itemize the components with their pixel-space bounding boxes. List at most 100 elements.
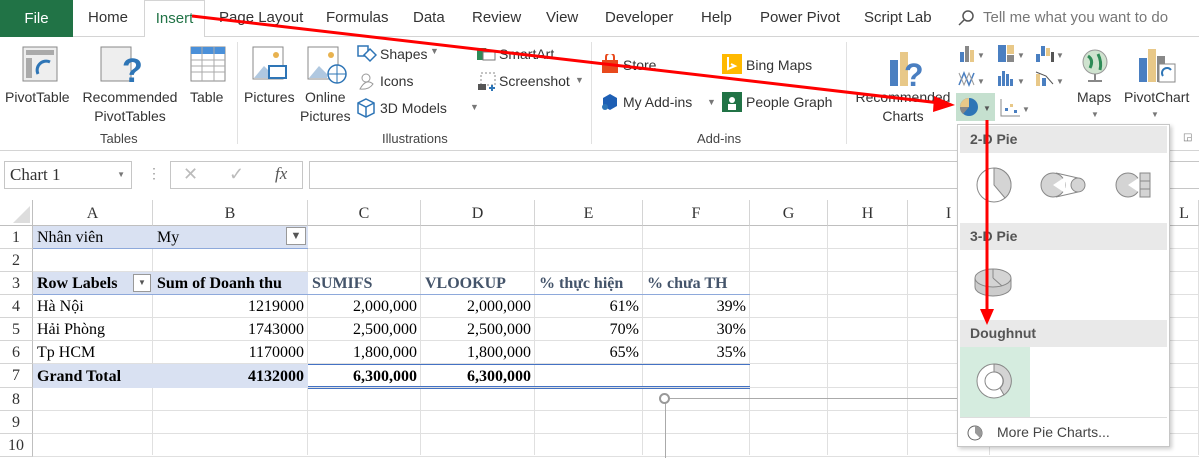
smartart-button[interactable]: SmartArt [499, 46, 554, 62]
people-graph-button[interactable]: People Graph [746, 94, 832, 110]
row-header[interactable]: 3 [0, 272, 33, 295]
more-pie-charts-item[interactable]: More Pie Charts... [960, 421, 1167, 445]
recommended-label: Recommended [855, 89, 951, 105]
select-all-corner[interactable] [0, 200, 33, 226]
enter-check-icon[interactable]: ✓ [229, 164, 244, 185]
divider [591, 42, 592, 144]
table-cell[interactable]: 30% [643, 318, 750, 341]
recommended-label: Recommended [82, 89, 178, 105]
more-pie-charts-label: More Pie Charts... [997, 424, 1110, 440]
tab-formulas[interactable]: Formulas [326, 9, 389, 26]
table-cell[interactable]: 2,500,000 [308, 318, 421, 341]
pivottable-button[interactable]: PivotTable [5, 88, 70, 107]
column-header[interactable]: B [153, 200, 308, 226]
table-button[interactable]: Table [190, 88, 223, 107]
row-header[interactable]: 1 [0, 226, 33, 249]
row-header[interactable]: 9 [0, 411, 33, 434]
tab-power-pivot[interactable]: Power Pivot [760, 9, 840, 26]
table-cell[interactable]: Hà Nội [33, 295, 153, 318]
table-cell[interactable]: 1743000 [153, 318, 308, 341]
chevron-down-icon: ▼ [470, 102, 479, 112]
row-header[interactable]: 7 [0, 364, 33, 388]
table-cell[interactable]: Tp HCM [33, 341, 153, 364]
tab-page-layout[interactable]: Page Layout [219, 9, 303, 26]
table-cell[interactable]: 61% [535, 295, 643, 318]
maps-globe-icon [1082, 49, 1108, 82]
tab-script-lab[interactable]: Script Lab [864, 9, 932, 26]
pivotchart-button[interactable]: PivotChart [1124, 88, 1189, 107]
column-header[interactable]: C [308, 200, 421, 226]
resize-handle[interactable] [659, 393, 670, 404]
row-labels-header: Row Labels [37, 275, 118, 292]
tab-developer[interactable]: Developer [605, 9, 673, 26]
row-header[interactable]: 4 [0, 295, 33, 318]
table-cell[interactable]: 1170000 [153, 341, 308, 364]
online-label: Online [305, 89, 346, 105]
table-cell[interactable]: 35% [643, 341, 750, 364]
store-button[interactable]: Store [623, 57, 656, 73]
row-header[interactable]: 6 [0, 341, 33, 364]
shapes-icon [357, 45, 377, 63]
dialog-launcher-icon[interactable]: ◲ [1183, 132, 1192, 143]
tab-data[interactable]: Data [413, 9, 445, 26]
pct-done-header: % thực hiện [539, 275, 624, 292]
filter-icon[interactable]: ▼ [286, 227, 306, 245]
table-cell[interactable]: 2,000,000 [421, 295, 535, 318]
vlookup-header: VLOOKUP [425, 275, 506, 292]
table-cell[interactable]: Hải Phòng [33, 318, 153, 341]
tab-home[interactable]: Home [88, 9, 128, 26]
row-header[interactable]: 10 [0, 434, 33, 457]
column-chart-icon: ▼ [960, 46, 985, 62]
row-labels-dropdown-icon[interactable]: ▼ [133, 274, 151, 292]
screenshot-button[interactable]: Screenshot [499, 73, 570, 89]
3d-models-icon [357, 98, 375, 118]
table-cell[interactable]: 1219000 [153, 295, 308, 318]
table-cell[interactable]: 39% [643, 295, 750, 318]
insert-function-icon[interactable]: fx [275, 164, 287, 184]
table-cell[interactable]: 2,500,000 [421, 318, 535, 341]
tab-help[interactable]: Help [701, 9, 732, 26]
column-header[interactable]: D [421, 200, 535, 226]
doughnut-option[interactable] [960, 347, 1030, 417]
column-header[interactable]: L [1170, 200, 1199, 226]
chevron-down-icon: ▼ [1091, 110, 1099, 119]
table-cell[interactable]: 65% [535, 341, 643, 364]
row-header[interactable]: 2 [0, 249, 33, 272]
icons-icon [359, 73, 374, 90]
table-cell[interactable]: 1,800,000 [308, 341, 421, 364]
line-chart-icon: ▼ [958, 71, 985, 87]
column-header[interactable]: H [828, 200, 908, 226]
tab-insert[interactable]: Insert [144, 0, 205, 38]
icons-button[interactable]: Icons [380, 73, 413, 89]
online-pictures-button[interactable]: Online Pictures [300, 88, 351, 126]
my-addins-button[interactable]: My Add-ins [623, 94, 692, 110]
pictures-icon [252, 46, 287, 80]
name-box[interactable]: Chart 1 ▼ [4, 161, 132, 189]
shapes-button[interactable]: Shapes [380, 46, 427, 62]
bing-maps-button[interactable]: Bing Maps [746, 57, 812, 73]
recommended-charts-button[interactable]: Recommended Charts [852, 88, 954, 126]
svg-text:▼: ▼ [1056, 77, 1064, 86]
3d-models-button[interactable]: 3D Models [380, 100, 447, 116]
table-cell[interactable]: 1,800,000 [421, 341, 535, 364]
chart-1[interactable] [665, 398, 965, 458]
tell-me-search[interactable]: Tell me what you want to do [983, 9, 1168, 26]
cancel-icon[interactable]: ✕ [183, 164, 198, 185]
maps-button[interactable]: Maps [1077, 88, 1111, 107]
tab-view[interactable]: View [546, 9, 578, 26]
pictures-button[interactable]: Pictures [244, 88, 295, 107]
tab-file[interactable]: File [0, 0, 73, 37]
tab-review[interactable]: Review [472, 9, 521, 26]
2d-pie-options [976, 167, 1151, 203]
row-header[interactable]: 8 [0, 388, 33, 411]
column-header[interactable]: E [535, 200, 643, 226]
pie-chart-button[interactable]: ▼ [956, 93, 995, 121]
column-header[interactable]: A [33, 200, 153, 226]
column-header[interactable]: F [643, 200, 750, 226]
table-cell[interactable]: 2,000,000 [308, 295, 421, 318]
column-header[interactable]: G [750, 200, 828, 226]
recommended-pivottables-button[interactable]: Recommended PivotTables [79, 88, 181, 126]
row-header[interactable]: 5 [0, 318, 33, 341]
3d-pie-icon[interactable] [972, 265, 1017, 301]
table-cell[interactable]: 70% [535, 318, 643, 341]
